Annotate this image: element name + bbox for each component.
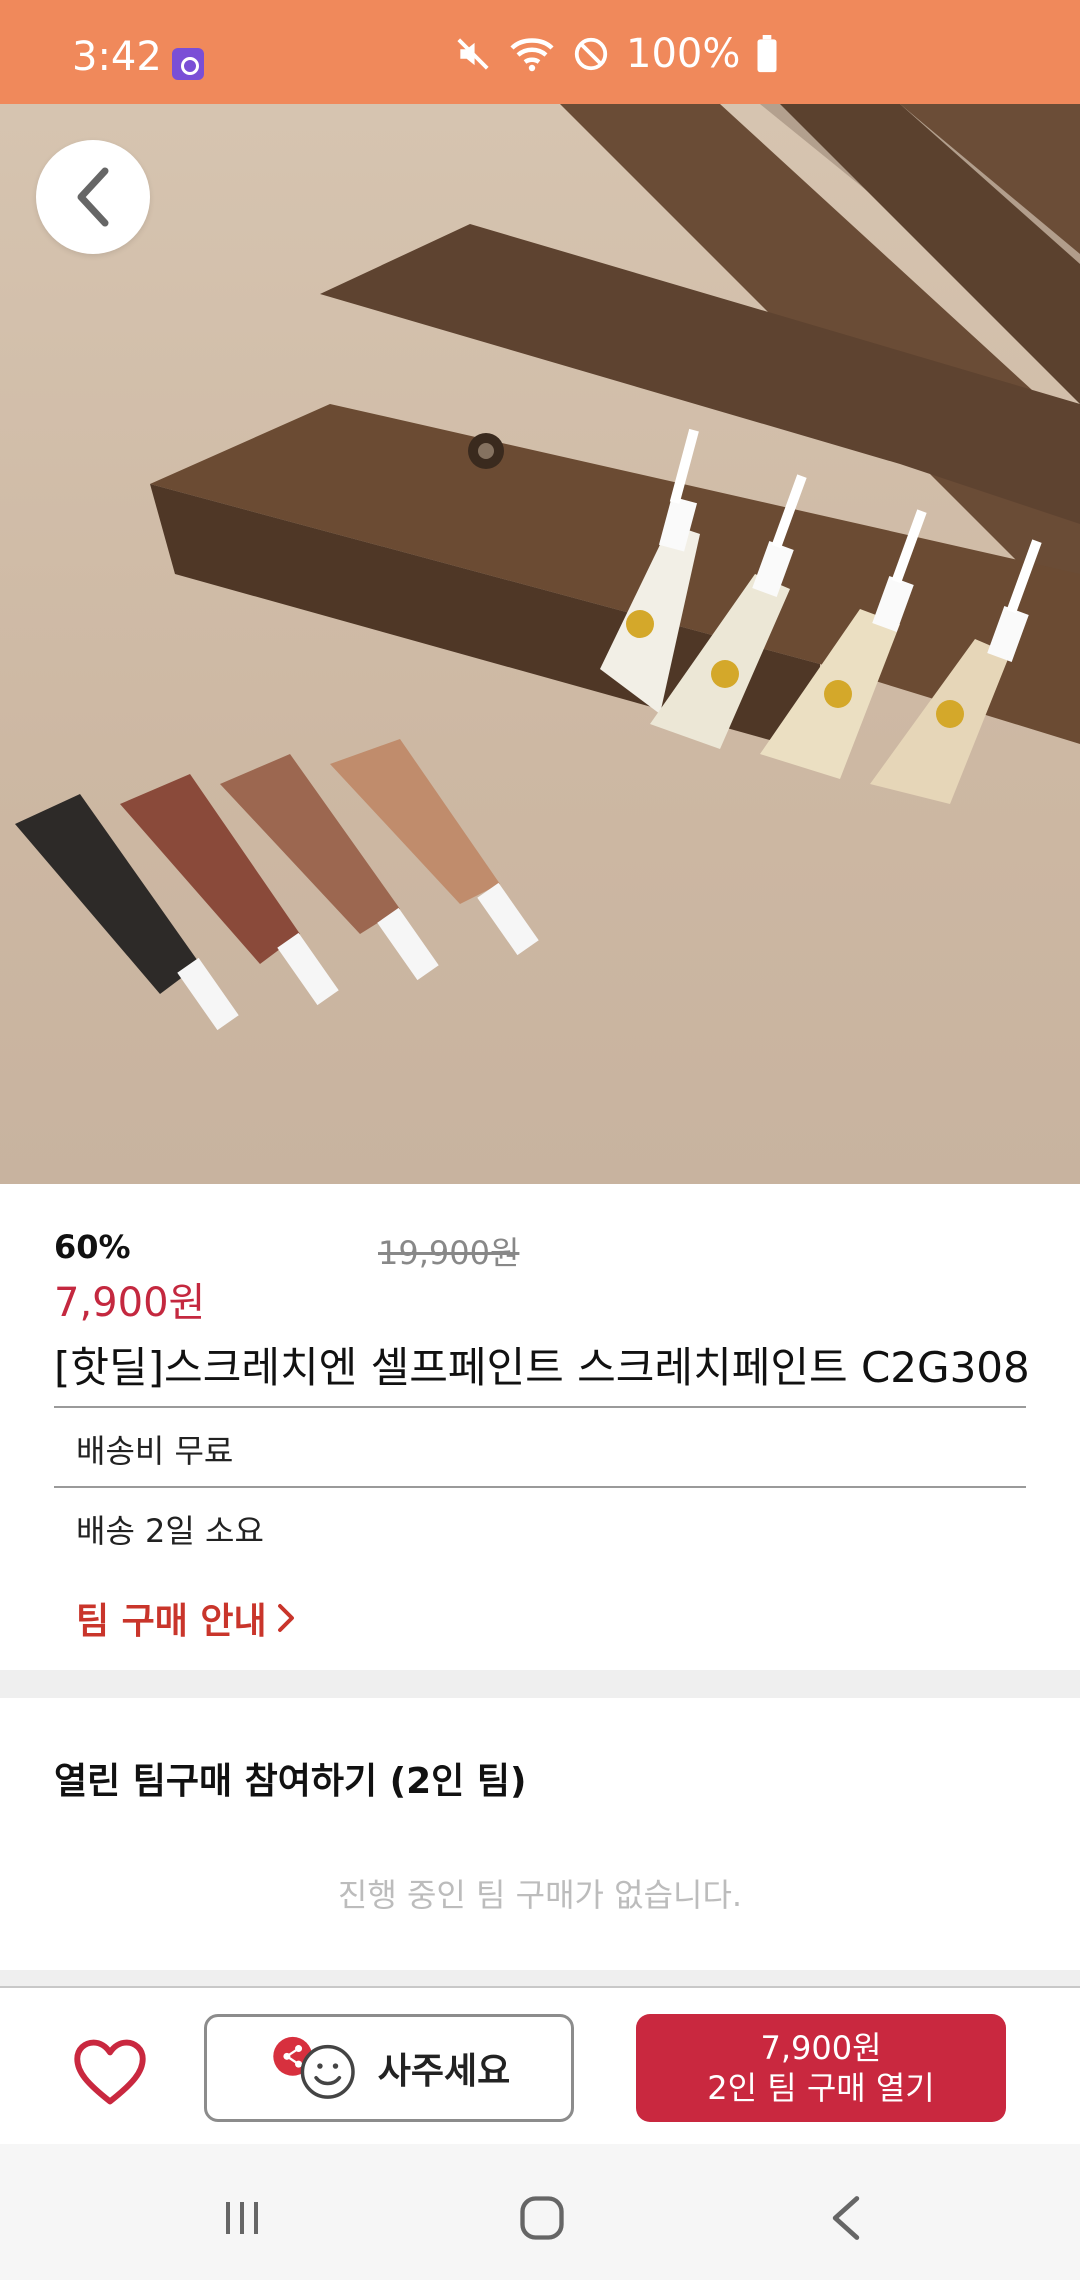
section-divider xyxy=(0,1670,1080,1698)
section-divider xyxy=(0,1970,1080,1988)
system-navigation-bar xyxy=(0,2144,1080,2280)
divider xyxy=(54,1486,1026,1488)
discount-rate: 60% xyxy=(54,1228,131,1266)
back-icon xyxy=(832,2196,860,2240)
product-info: 60% 19,900원 7,900원 [핫딜]스크레치엔 셀프페인트 스크레치페… xyxy=(0,1184,1080,1670)
do-not-disturb-icon xyxy=(574,37,608,71)
buy-label: 2인 팀 구매 열기 xyxy=(707,2069,935,2107)
team-buy-heading: 열린 팀구매 참여하기 (2인 팀) xyxy=(54,1761,527,1802)
team-guide-label: 팀 구매 안내 xyxy=(76,1601,267,1642)
mute-icon xyxy=(457,38,489,70)
original-price: 19,900원 xyxy=(378,1234,520,1272)
open-team-buy-section: 열린 팀구매 참여하기 (2인 팀) 진행 중인 팀 구매가 없습니다. xyxy=(0,1698,1080,1970)
home-icon xyxy=(520,2196,564,2240)
sale-price: 7,900원 xyxy=(54,1280,206,1326)
battery-icon xyxy=(757,35,777,73)
recent-apps-button[interactable] xyxy=(202,2178,282,2258)
app-notification-icon xyxy=(172,48,204,80)
team-buy-empty-message: 진행 중인 팀 구매가 없습니다. xyxy=(337,1876,743,1914)
battery-percent: 100% xyxy=(626,31,741,77)
wifi-icon xyxy=(510,38,554,72)
buy-price: 7,900원 xyxy=(760,2029,882,2067)
status-time: 3:42 xyxy=(72,34,162,80)
heart-icon xyxy=(74,2039,146,2105)
shipping-fee: 배송비 무료 xyxy=(76,1432,234,1470)
status-bar: 3:42 100% xyxy=(0,0,1080,104)
wishlist-button[interactable] xyxy=(64,2030,156,2114)
back-button[interactable] xyxy=(36,140,150,254)
share-smile-icon xyxy=(273,2036,355,2099)
home-button[interactable] xyxy=(502,2178,582,2258)
team-guide-link[interactable]: 팀 구매 안내 xyxy=(76,1592,295,1644)
chevron-right-icon xyxy=(277,1604,294,1632)
status-icons: 100% xyxy=(454,30,778,78)
divider xyxy=(54,1406,1026,1408)
bottom-action-bar: 사주세요 7,900원 2인 팀 구매 열기 xyxy=(0,1988,1080,2144)
gift-request-label: 사주세요 xyxy=(377,2051,511,2092)
chevron-left-icon xyxy=(77,167,109,227)
product-image[interactable] xyxy=(0,104,1080,1184)
product-title: [핫딜]스크레치엔 셀프페인트 스크레치페인트 C2G308 xyxy=(54,1343,1030,1392)
shipping-time: 배송 2일 소요 xyxy=(76,1512,264,1550)
gift-request-button[interactable]: 사주세요 xyxy=(204,2014,574,2122)
product-photo-illustration xyxy=(15,104,1080,1031)
nav-back-button[interactable] xyxy=(806,2178,886,2258)
recent-apps-icon xyxy=(226,2202,258,2234)
open-team-buy-button[interactable]: 7,900원 2인 팀 구매 열기 xyxy=(636,2014,1006,2122)
